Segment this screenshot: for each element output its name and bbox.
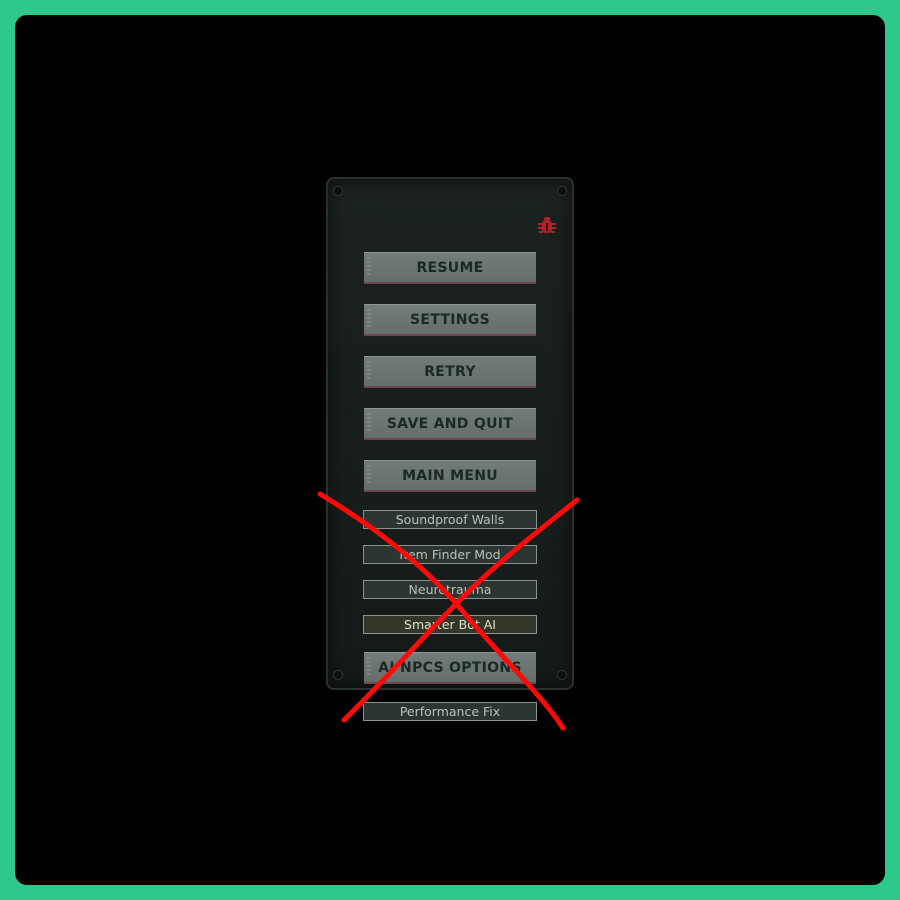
- retry-button-label: RETRY: [424, 363, 476, 380]
- panel-rivet-top-right: [558, 187, 566, 195]
- main-menu-button-label: MAIN MENU: [402, 467, 498, 484]
- main-menu-button[interactable]: MAIN MENU: [364, 460, 536, 492]
- mod-item-finder-button[interactable]: Item Finder Mod: [363, 545, 537, 564]
- ai-npcs-options-button[interactable]: AI NPCS OPTIONS: [364, 652, 536, 684]
- mod-smarter-bot-ai-button[interactable]: Smarter Bot AI: [363, 615, 537, 634]
- retry-button[interactable]: RETRY: [364, 356, 536, 388]
- save-and-quit-button[interactable]: SAVE AND QUIT: [364, 408, 536, 440]
- panel-rivet-bottom-left: [334, 671, 342, 679]
- settings-button-label: SETTINGS: [410, 311, 490, 328]
- mod-performance-fix-label: Performance Fix: [399, 704, 501, 719]
- mod-neurotrauma-label: Neurotrauma: [408, 582, 492, 597]
- panel-rivet-top-left: [334, 187, 342, 195]
- mod-neurotrauma-button[interactable]: Neurotrauma: [363, 580, 537, 599]
- ai-npcs-options-label: AI NPCS OPTIONS: [378, 659, 522, 676]
- resume-button[interactable]: RESUME: [364, 252, 536, 284]
- save-and-quit-button-label: SAVE AND QUIT: [386, 415, 514, 432]
- mod-smarter-bot-ai-label: Smarter Bot AI: [404, 617, 496, 632]
- panel-rivet-bottom-right: [558, 671, 566, 679]
- settings-button[interactable]: SETTINGS: [364, 304, 536, 336]
- mod-item-finder-label: Item Finder Mod: [399, 547, 501, 562]
- resume-button-label: RESUME: [416, 259, 484, 276]
- mod-performance-fix-button[interactable]: Performance Fix: [363, 702, 537, 721]
- mod-soundproof-walls-button[interactable]: Soundproof Walls: [363, 510, 537, 529]
- bug-report-icon[interactable]: [536, 215, 558, 237]
- mod-soundproof-walls-label: Soundproof Walls: [395, 512, 505, 527]
